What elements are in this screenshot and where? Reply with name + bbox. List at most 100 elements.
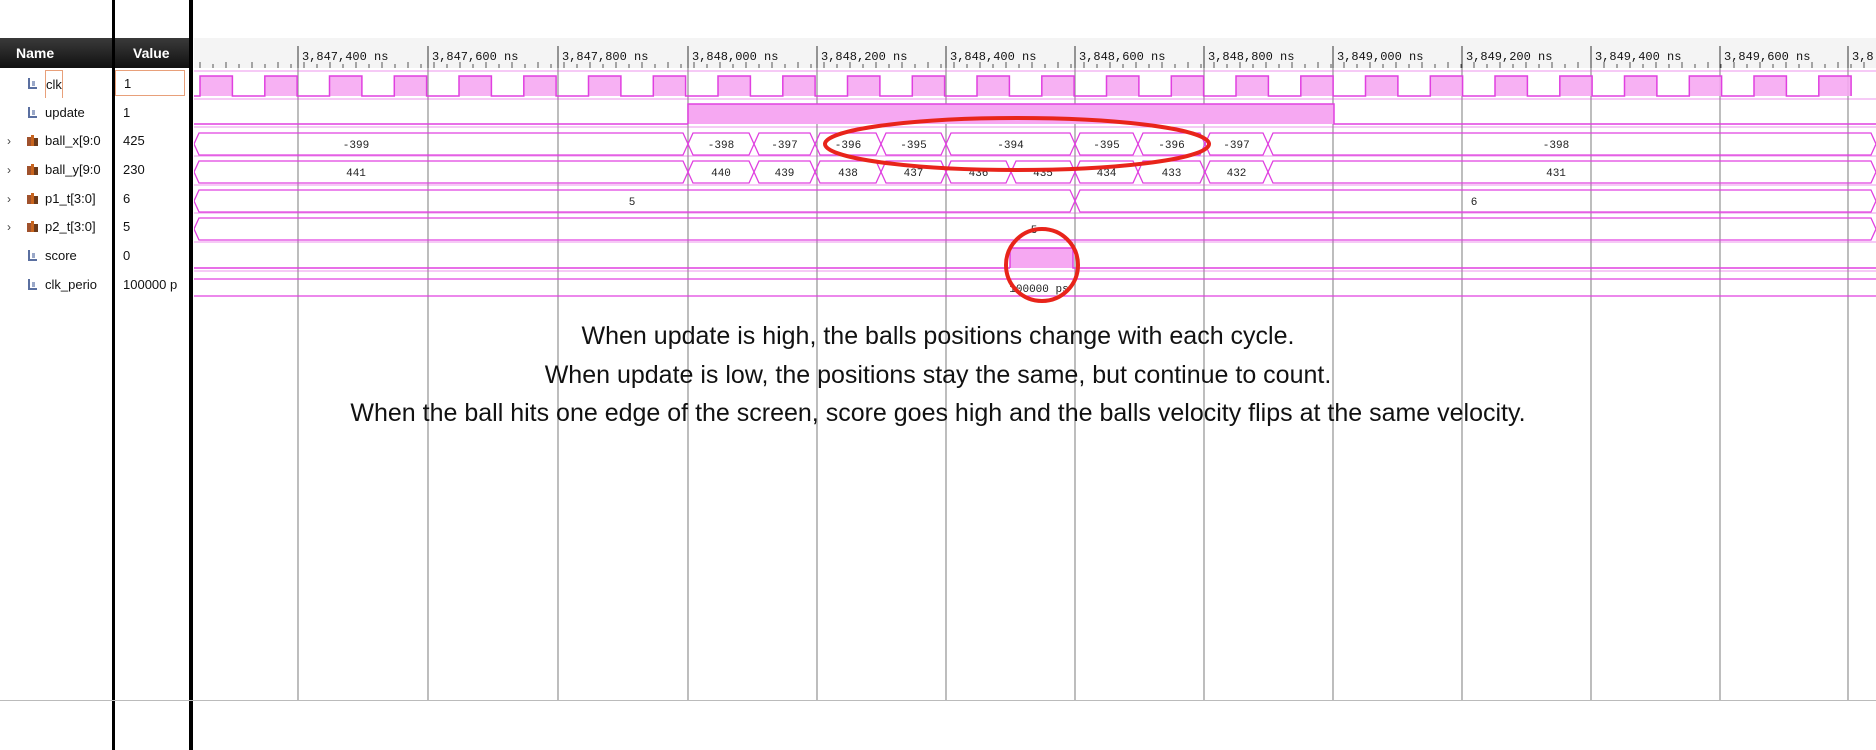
clk-wave [194, 75, 1852, 97]
timeline-tick-label: 3,848,400 ns [950, 50, 1036, 64]
signal-name: ball_y[9:0 [45, 162, 101, 177]
signal-row[interactable]: › p2_t[3:0] [0, 213, 112, 241]
clk-high-pulse [1754, 76, 1787, 96]
clk-high-pulse [847, 76, 880, 96]
bottom-divider [0, 700, 1876, 701]
clk-high-pulse [1041, 76, 1075, 96]
signal-value: 6 [123, 191, 131, 206]
signal-value: 5 [123, 219, 131, 234]
ball-x-segment [1267, 132, 1876, 156]
signal-row[interactable]: › ball_y[9:0 [0, 156, 112, 184]
clk-high-pulse [1365, 76, 1398, 96]
clk-high-pulse [1430, 76, 1463, 96]
ball-x-value-label: -397 [771, 140, 797, 152]
ball-x-value-label: -398 [708, 140, 734, 152]
clk-high-pulse [588, 76, 621, 96]
ball-x-value-label: -397 [1223, 140, 1249, 152]
signal-row[interactable]: update [0, 99, 112, 127]
signal-value: 0 [123, 248, 131, 263]
bus-icon [27, 221, 38, 232]
name-column-header[interactable]: Name [0, 38, 112, 68]
signal-name: clk_perio [45, 277, 98, 292]
ball-y-value-label: 431 [1546, 168, 1566, 180]
clk-high-pulse [912, 76, 945, 96]
clk-high-pulse [1624, 76, 1657, 96]
signal-name: clk [45, 70, 63, 98]
ball-x-value-label: -398 [1543, 140, 1569, 152]
p1-t-value-label: 5 [629, 197, 636, 209]
bus-icon [27, 164, 38, 175]
clk-high-pulse [329, 76, 362, 96]
timeline-tick-label: 3,848,600 ns [1079, 50, 1165, 64]
signal-row[interactable]: › p1_t[3:0] [0, 185, 112, 213]
clk-high-pulse [1559, 76, 1593, 96]
chevron-right-icon[interactable]: › [7, 127, 11, 155]
timeline-tick-label: 3,847,600 ns [432, 50, 518, 64]
ball-x-segment [194, 132, 689, 156]
ball-y-value-label: 437 [904, 168, 924, 180]
ball-y-segment [1267, 160, 1876, 184]
clk-high-pulse [264, 76, 298, 96]
signal-row[interactable]: › ball_x[9:0 [0, 127, 112, 155]
timeline-tick-label: 3,849,400 ns [1595, 50, 1681, 64]
signal-row[interactable]: score [0, 242, 112, 270]
timeline-tick-label: 3,849,000 ns [1337, 50, 1423, 64]
signal-name: score [45, 248, 77, 263]
scalar-icon [28, 107, 37, 118]
ball-y-value-label: 434 [1097, 168, 1117, 180]
chevron-right-icon[interactable]: › [7, 213, 11, 241]
scalar-icon [28, 279, 37, 290]
annotation-line-1: When update is high, the balls positions… [581, 322, 1295, 350]
clk-high-pulse [459, 76, 492, 96]
clk-high-pulse [523, 76, 557, 96]
timeline-tick-label: 3,848,000 ns [692, 50, 778, 64]
scalar-icon [28, 250, 37, 261]
signal-name: ball_x[9:0 [45, 133, 101, 148]
ball-y-value-label: 440 [711, 168, 731, 180]
clk-high-pulse [1236, 76, 1269, 96]
clk-high-pulse [394, 76, 427, 96]
clk-high-pulse [200, 76, 233, 96]
scalar-icon [28, 78, 37, 89]
clk-high-pulse [1689, 76, 1722, 96]
chevron-right-icon[interactable]: › [7, 185, 11, 213]
ball-x-value-label: -394 [997, 140, 1024, 152]
timeline-tick-label: 3,847,400 ns [302, 50, 388, 64]
timeline-tick-label: 3,848,200 ns [821, 50, 907, 64]
clk-high-pulse [718, 76, 751, 96]
ball-x-value-label: -395 [900, 140, 926, 152]
score-high-pulse [1010, 248, 1073, 268]
value-column-header[interactable]: Value [115, 38, 189, 68]
chevron-right-icon[interactable]: › [7, 156, 11, 184]
ball-y-value-label: 438 [838, 168, 858, 180]
clk-high-pulse [1300, 76, 1334, 96]
ball-y-segment [194, 160, 689, 184]
ball-x-value-label: -395 [1093, 140, 1119, 152]
clk-high-pulse [782, 76, 816, 96]
signal-name: p2_t[3:0] [45, 219, 96, 234]
clk-high-pulse [1106, 76, 1139, 96]
signal-row[interactable]: clk_perio [0, 271, 112, 299]
signal-value: 1 [123, 105, 131, 120]
ball-x-value-label: -396 [1158, 140, 1184, 152]
signal-row[interactable]: clk [0, 70, 112, 98]
score-wave [1009, 247, 1876, 269]
p1-t-value-label: 6 [1471, 197, 1478, 209]
signal-value: 230 [123, 162, 145, 177]
signal-value: 100000 p [123, 277, 178, 292]
clk-high-pulse [1171, 76, 1204, 96]
timeline-tick-label: 3,849,200 ns [1466, 50, 1552, 64]
signal-name: p1_t[3:0] [45, 191, 96, 206]
ball-y-value-label: 433 [1162, 168, 1182, 180]
bus-icon [27, 135, 38, 146]
clk-high-pulse [1818, 76, 1852, 96]
timeline-tick-label: 3,847,800 ns [562, 50, 648, 64]
timeline-tick-label: 3,8 [1852, 50, 1874, 64]
timeline-tick-label: 3,849,600 ns [1724, 50, 1810, 64]
annotation-line-3: When the ball hits one edge of the scree… [350, 399, 1526, 427]
annotation-line-2: When update is low, the positions stay t… [544, 361, 1332, 389]
signal-value: 1 [115, 70, 185, 96]
update-high-region [688, 104, 1334, 124]
ball-x-value-label: -396 [835, 140, 861, 152]
signal-value: 425 [123, 133, 145, 148]
